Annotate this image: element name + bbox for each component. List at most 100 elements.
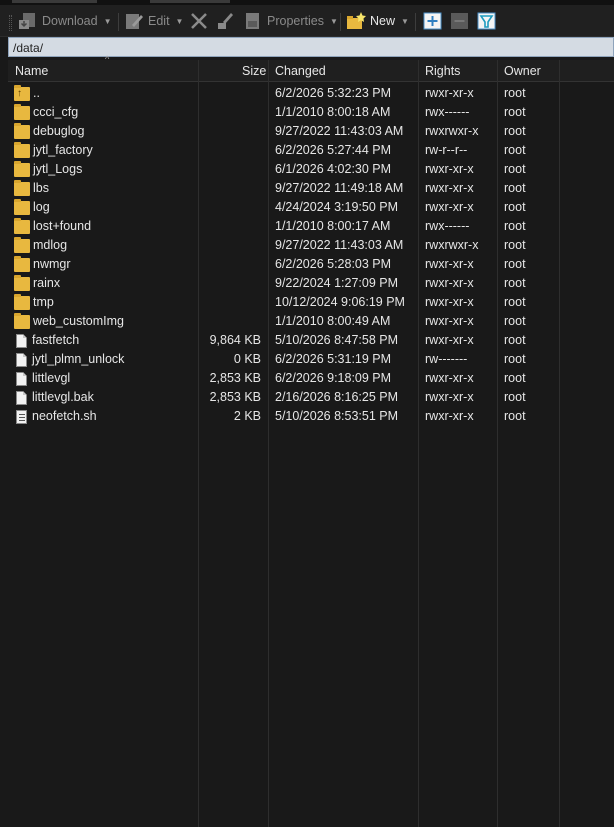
delete-button[interactable] [189,9,209,33]
file-name: lbs [33,181,49,195]
rename-button[interactable] [214,9,234,33]
column-rights[interactable]: Rights [425,60,460,82]
chevron-down-icon[interactable]: ▼ [176,17,184,26]
collapse-button[interactable] [450,9,470,33]
file-owner: root [504,371,526,385]
file-name: .. [33,86,40,100]
edit-icon [126,14,143,29]
file-name: tmp [33,295,54,309]
file-row[interactable]: nwmgr 6/2/2026 5:28:03 PM rwxr-xr-x root [8,255,614,274]
file-changed: 4/24/2024 3:19:50 PM [275,200,399,214]
file-name: littlevgl [32,371,71,385]
tab-strip-segment [150,0,230,3]
file-changed: 6/2/2026 9:18:09 PM [275,371,392,385]
file-rights: rwxr-xr-x [425,162,474,176]
file-icon [16,333,27,348]
file-changed: 2/16/2026 8:16:25 PM [275,390,399,404]
file-rights: rwxrwxr-x [425,124,479,138]
toolbar-divider [415,13,416,31]
file-changed: 9/22/2024 1:27:09 PM [275,276,399,290]
file-name: debuglog [33,124,85,138]
file-name-cell: jytl_factory [14,141,93,160]
file-owner: root [504,314,526,328]
download-button[interactable]: Download ▼ [18,9,112,33]
file-size: 2,853 KB [209,390,261,404]
file-name-cell: littlevgl.bak [14,388,94,407]
file-rights: rwxr-xr-x [425,295,474,309]
file-row[interactable]: rainx 9/22/2024 1:27:09 PM rwxr-xr-x root [8,274,614,293]
file-row[interactable]: jytl_plmn_unlock 0 KB 6/2/2026 5:31:19 PM r… [8,350,614,369]
folder-icon [14,312,30,329]
column-changed[interactable]: Changed [275,60,326,82]
file-changed: 5/10/2026 8:53:51 PM [275,409,399,423]
toolbar-divider [340,13,341,31]
download-label: Download [42,14,98,28]
script-file-icon [16,409,27,424]
toolbar-grip[interactable] [9,15,12,31]
column-header: Name ^ Size Changed Rights Owner [8,54,614,82]
file-row[interactable]: .. 6/2/2026 5:32:23 PM rwxr-xr-x root [8,84,614,103]
file-rights: rwxr-xr-x [425,371,474,385]
edit-button[interactable]: Edit ▼ [124,9,183,33]
file-rights: rwxr-xr-x [425,314,474,328]
properties-label: Properties [267,14,324,28]
file-changed: 9/27/2022 11:43:03 AM [275,238,404,252]
file-changed: 1/1/2010 8:00:49 AM [275,314,391,328]
file-row[interactable]: jytl_factory 6/2/2026 5:27:44 PM rw-r--r--… [8,141,614,160]
download-icon [19,13,35,29]
file-owner: root [504,162,526,176]
file-rights: rwxrwxr-x [425,238,479,252]
file-row[interactable]: ccci_cfg 1/1/2010 8:00:18 AM rwx------ root [8,103,614,122]
file-name-cell: tmp [14,293,54,312]
file-owner: root [504,219,526,233]
file-rights: rw-r--r-- [425,143,468,157]
file-rights: rwxr-xr-x [425,409,474,423]
file-row[interactable]: neofetch.sh 2 KB 5/10/2026 8:53:51 PM rwxr-… [8,407,614,426]
plus-icon [423,12,442,30]
path-bar[interactable]: /data/ [8,37,614,57]
file-owner: root [504,124,526,138]
properties-icon [246,13,259,29]
file-row[interactable]: lost+found 1/1/2010 8:00:17 AM rwx------ ro… [8,217,614,236]
file-name: jytl_plmn_unlock [32,352,125,366]
file-changed: 9/27/2022 11:49:18 AM [275,181,404,195]
folder-icon [14,103,30,120]
new-button[interactable]: New ▼ [346,9,409,33]
file-row[interactable]: jytl_Logs 6/1/2026 4:02:30 PM rwxr-xr-x roo… [8,160,614,179]
file-name-cell: littlevgl [14,369,70,388]
column-owner[interactable]: Owner [504,60,541,82]
expand-button[interactable] [423,9,443,33]
file-owner: root [504,276,526,290]
file-row[interactable]: web_customImg 1/1/2010 8:00:49 AM rwxr-xr-… [8,312,614,331]
column-name[interactable]: Name [15,60,48,82]
properties-button[interactable]: Properties ▼ [243,9,338,33]
parent-folder-icon [14,84,30,103]
file-icon [16,352,27,367]
chevron-down-icon[interactable]: ▼ [330,17,338,26]
file-row[interactable]: fastfetch 9,864 KB 5/10/2026 8:47:58 PM rwx… [8,331,614,350]
file-changed: 6/1/2026 4:02:30 PM [275,162,392,176]
folder-icon [14,198,30,215]
file-changed: 6/2/2026 5:27:44 PM [275,143,392,157]
file-rights: rwx------ [425,219,470,233]
file-size: 2,853 KB [209,371,261,385]
file-owner: root [504,390,526,404]
file-name: lost+found [33,219,92,233]
file-row[interactable]: littlevgl.bak 2,853 KB 2/16/2026 8:16:25 P… [8,388,614,407]
column-size[interactable]: Size [242,60,266,82]
file-row[interactable]: debuglog 9/27/2022 11:43:03 AM rwxrwxr-x ro… [8,122,614,141]
filter-button[interactable] [477,9,497,33]
file-row[interactable]: littlevgl 2,853 KB 6/2/2026 9:18:09 PM rwxr… [8,369,614,388]
file-name-cell: ccci_cfg [14,103,78,122]
file-row[interactable]: log 4/24/2024 3:19:50 PM rwxr-xr-x root [8,198,614,217]
file-name-cell: fastfetch [14,331,79,350]
file-owner: root [504,352,526,366]
chevron-down-icon[interactable]: ▼ [401,17,409,26]
file-name: web_customImg [33,314,125,328]
file-owner: root [504,238,526,252]
file-row[interactable]: mdlog 9/27/2022 11:43:03 AM rwxrwxr-x root [8,236,614,255]
file-row[interactable]: tmp 10/12/2024 9:06:19 PM rwxr-xr-x root [8,293,614,312]
file-row[interactable]: lbs 9/27/2022 11:49:18 AM rwxr-xr-x root [8,179,614,198]
chevron-down-icon[interactable]: ▼ [104,17,112,26]
file-name: nwmgr [33,257,71,271]
